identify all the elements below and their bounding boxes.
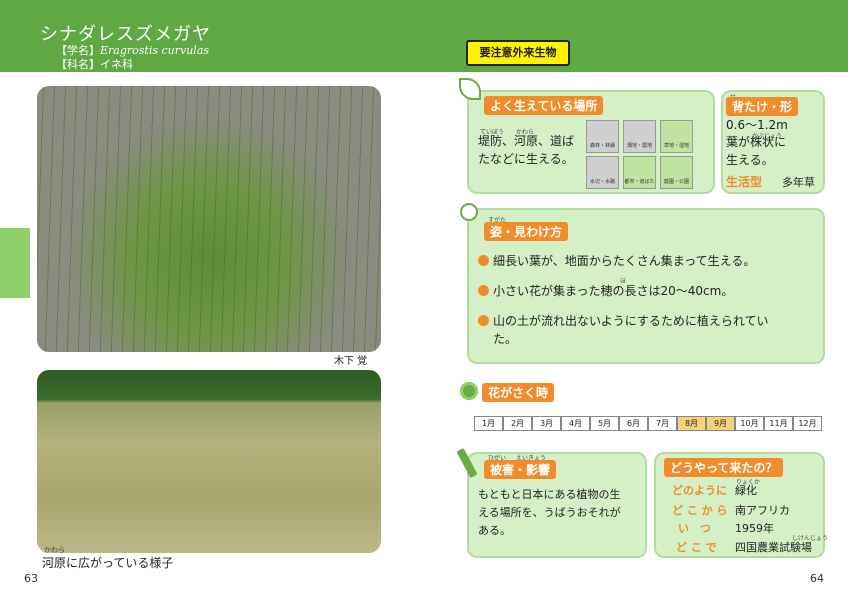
life-form-value: 多年草	[782, 176, 815, 189]
page-number-left: 63	[24, 572, 38, 585]
month-cell: 9月	[706, 416, 735, 431]
origin-title: どうやって来たの？	[664, 458, 784, 477]
family-label: 【科名】	[56, 58, 100, 71]
caution-species-badge: 要注意外来生物	[466, 40, 570, 66]
height-title: 背たけ・形	[726, 97, 799, 116]
magnifier-icon	[460, 203, 478, 221]
appearance-bullet-2: 小さい花が集まった穂の長さは20〜40cm。	[478, 282, 733, 300]
family-name: イネ科	[100, 58, 133, 71]
farmland-habitat-icon: 畑地・農地	[623, 120, 656, 153]
appearance-bullet-3: 山の土が流れ出ないようにするために植えられてい	[478, 312, 769, 330]
month-cell: 8月	[677, 416, 706, 431]
height-shape-2: 生える。	[726, 153, 774, 167]
photo-credit: 木下 覚	[334, 356, 368, 367]
grassland-habitat-icon: 草地・湿地	[660, 120, 693, 153]
photo-caption: 河原に広がっている様子	[42, 556, 174, 570]
month-cell: 10月	[735, 416, 764, 431]
riverbed-photo	[37, 370, 381, 553]
habitat-text-1: 堤防、河原、道ば	[478, 134, 575, 148]
habitat-text-2: たなどに生える。	[478, 152, 574, 166]
habitat-title: よく生えている場所	[484, 96, 604, 115]
origin-value-where: 南アフリカ	[735, 504, 790, 517]
flowering-months: 1月 2月 3月 4月 5月 6月 7月 8月 9月 10月 11月 12月	[474, 416, 822, 431]
flower-icon	[460, 382, 478, 400]
waterside-habitat-icon: 水辺・水路	[586, 156, 619, 189]
damage-text-2: える場所を、うばうおそれが	[478, 506, 621, 519]
appearance-title: 姿・見わけ方	[484, 222, 569, 241]
month-cell: 7月	[648, 416, 677, 431]
damage-title: 被害・影響	[484, 460, 557, 479]
leaf-icon	[459, 78, 481, 100]
origin-value-how: 緑化	[735, 484, 757, 497]
page-number-right: 64	[810, 572, 824, 585]
life-form-label: 生活型	[726, 175, 763, 189]
height-shape-1: 葉が株状に	[726, 135, 787, 149]
damage-text-3: ある。	[478, 524, 511, 537]
appearance-bullet-1: 細長い葉が、地面からたくさん集まって生える。	[478, 252, 755, 270]
month-cell: 5月	[590, 416, 619, 431]
month-cell: 12月	[793, 416, 822, 431]
month-cell: 1月	[474, 416, 503, 431]
appearance-bullet-3-cont: た。	[493, 332, 518, 346]
month-cell: 6月	[619, 416, 648, 431]
park-habitat-icon: 庭園・公園	[660, 156, 693, 189]
family-row: 【科名】イネ科	[56, 56, 133, 72]
side-tab	[0, 228, 30, 298]
month-cell: 4月	[561, 416, 590, 431]
origin-value-place: 四国農業試験場	[735, 541, 812, 554]
month-cell: 3月	[532, 416, 561, 431]
month-cell: 11月	[764, 416, 793, 431]
origin-label-how: どのように	[672, 484, 727, 497]
plant-closeup-photo	[37, 86, 381, 352]
flowering-title: 花がさく時	[482, 383, 555, 402]
damage-text-1: もともと日本にある植物の生	[478, 488, 621, 501]
forest-habitat-icon: 森林・林縁	[586, 120, 619, 153]
month-cell: 2月	[503, 416, 532, 431]
habitat-icons: 森林・林縁 畑地・農地 草地・湿地 水辺・水路 都市・道ばた 庭園・公園	[586, 120, 694, 190]
origin-label-where: ど こ か ら	[672, 504, 728, 517]
origin-label-when: い つ	[678, 522, 711, 535]
origin-value-when: 1959年	[735, 522, 774, 535]
origin-label-place: ど こ で	[676, 541, 717, 554]
roadside-habitat-icon: 都市・道ばた	[623, 156, 656, 189]
